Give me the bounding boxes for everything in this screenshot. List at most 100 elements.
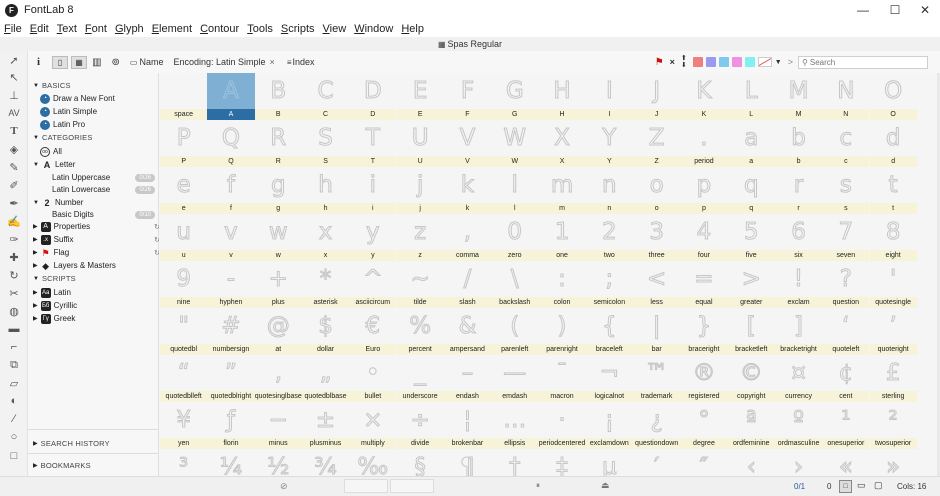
color-swatch[interactable] <box>744 57 755 67</box>
glyph-cell[interactable]: ¤ currency <box>774 355 823 402</box>
glyph-cell[interactable]: | bar <box>633 308 681 355</box>
zoom-tool-icon[interactable]: ◐ <box>7 394 21 408</box>
scripts-section[interactable]: ▼ SCRIPTS <box>33 272 164 285</box>
glyph-cell[interactable]: uu <box>160 214 208 261</box>
glyph-cell[interactable]: » <box>870 449 917 477</box>
ellipse-tool-icon[interactable]: ✑ <box>7 232 21 246</box>
sidebar-item-cyrillic[interactable]: ▶ Бб Cyrillic <box>33 299 164 312</box>
glyph-cell[interactable]: cc <box>822 120 870 167</box>
glyph-cell[interactable]: kk <box>443 167 492 214</box>
glyph-cell[interactable]: — emdash <box>491 355 539 402</box>
transform-tool-icon[interactable]: ▱ <box>7 376 21 390</box>
glyph-cell[interactable]: § <box>397 449 444 477</box>
glyph-cell[interactable]: ³ <box>160 449 207 477</box>
glyph-cell[interactable]: LL <box>727 73 775 120</box>
glyph-cell[interactable]: ¹ onesuperior <box>822 402 870 449</box>
color-swatch[interactable] <box>692 57 703 67</box>
chevron-down-icon[interactable]: ▼ <box>775 59 782 66</box>
select-tool-icon[interactable]: ↖ <box>7 70 21 84</box>
glyph-cell[interactable]: II <box>585 73 633 120</box>
glyph-cell[interactable]: rr <box>774 167 823 214</box>
glyph-cell[interactable]: ee <box>160 167 208 214</box>
glyph-cell[interactable]: ‘ quoteleft <box>822 308 870 355</box>
glyph-cell[interactable]: • bullet <box>349 355 397 402</box>
glyph-cell[interactable]: ¯ macron <box>538 355 586 402</box>
glyph-cell[interactable]: ii <box>349 167 397 214</box>
glyph-cell[interactable]: $ dollar <box>301 308 350 355</box>
glyph-cell[interactable]: vv <box>207 214 255 261</box>
glyph-cell[interactable]: ) parenright <box>538 308 586 355</box>
glyph-cell[interactable]: YY <box>585 120 633 167</box>
glyph-cell[interactable]: ƒ florin <box>207 402 255 449</box>
bookmarks-section[interactable]: ▶ BOOKMARKS <box>33 459 164 472</box>
menu-font[interactable]: Font <box>85 23 107 35</box>
glyph-cell[interactable]: † <box>491 449 538 477</box>
glyph-cell[interactable]: 6 six <box>774 214 823 261</box>
color-swatch[interactable] <box>718 57 729 67</box>
sidebar-item-latin-simple[interactable]: ◔ Latin Simple <box>40 105 171 118</box>
encoding-tab[interactable]: Encoding: Latin Simple <box>173 57 265 67</box>
minimize-button[interactable]: — <box>848 0 878 20</box>
glyph-cell[interactable]: CC <box>301 73 350 120</box>
cell-size-large-icon[interactable]: ▢ <box>874 480 883 491</box>
glyph-cell[interactable]: xx <box>301 214 350 261</box>
glyph-cell[interactable]: ª ordfeminine <box>727 402 775 449</box>
brush-tool-icon[interactable]: ✎ <box>7 160 21 174</box>
sidebar-item-latin[interactable]: ▶ Aa Latin <box>33 286 164 299</box>
glyph-cell[interactable]: ¾ <box>302 449 349 477</box>
glyph-cell[interactable]: OO <box>869 73 917 120</box>
glyph-cell[interactable]: – endash <box>443 355 492 402</box>
glyph-cell[interactable]: ¥ yen <box>160 402 208 449</box>
glyph-cell[interactable]: QQ <box>207 120 255 167</box>
glyph-cell[interactable]: « <box>822 449 869 477</box>
glyph-cell[interactable]: º ordmasculine <box>774 402 823 449</box>
components-tool-icon[interactable]: ⧉ <box>7 358 21 372</box>
glyph-cell[interactable]: } braceright <box>680 308 728 355</box>
glyph-cell[interactable]: SS <box>301 120 350 167</box>
glyph-cell[interactable]: ÷ divide <box>396 402 444 449</box>
glyph-cell[interactable]: aa <box>727 120 775 167</box>
glyph-cell[interactable]: nn <box>585 167 633 214</box>
glyph-cell[interactable]: UU <box>396 120 444 167</box>
glyph-cell[interactable]: „ quotedblbase <box>301 355 350 402</box>
flag-icon[interactable]: ⚑ <box>655 57 664 68</box>
glyph-cell[interactable]: − minus <box>254 402 302 449</box>
glyph-cell[interactable]: ‹ <box>728 449 775 477</box>
hook-tool-icon[interactable]: ⌐ <box>7 340 21 354</box>
glyph-cell[interactable]: ZZ <box>633 120 681 167</box>
search-history-section[interactable]: ▶ SEARCH HISTORY <box>33 437 164 450</box>
rotate-tool-icon[interactable]: ↻ <box>7 268 21 282</box>
index-mode-button[interactable]: Index <box>292 57 314 67</box>
menu-glyph[interactable]: Glyph <box>115 23 144 35</box>
sidebar-item-all[interactable]: oo All <box>40 145 171 158</box>
glyph-cell[interactable]: \ backslash <box>491 261 539 308</box>
glyph-cell[interactable]: 4 four <box>680 214 728 261</box>
glyph-cell[interactable]: WW <box>491 120 539 167</box>
rapid-tool-icon[interactable]: ✍ <box>7 214 21 228</box>
glyph-cell[interactable]: ; semicolon <box>585 261 633 308</box>
glyph-cell[interactable]: ″ <box>680 449 727 477</box>
glyph-cell[interactable]: tt <box>869 167 917 214</box>
glyph-cell[interactable]: € Euro <box>349 308 397 355</box>
glyph-cell[interactable]: NN <box>822 73 870 120</box>
glyph-cell[interactable]: 2 two <box>585 214 633 261</box>
sidebar-item-properties[interactable]: ▶ A Properties ↻ <box>33 220 164 233</box>
glyph-cell[interactable]: + plus <box>254 261 302 308</box>
glyph-cell[interactable]: ¼ <box>207 449 254 477</box>
glyph-cell[interactable]: & ampersand <box>443 308 492 355</box>
add-point-tool-icon[interactable]: ✚ <box>7 250 21 264</box>
menu-view[interactable]: View <box>323 23 347 35</box>
target-icon[interactable]: ⊚ <box>112 57 120 68</box>
metrics-tool-icon[interactable]: ⊥ <box>7 88 21 102</box>
glyph-cell[interactable]: yy <box>349 214 397 261</box>
glyph-cell[interactable]: [bracketleft <box>727 308 775 355</box>
glyph-cell[interactable]: ? question <box>822 261 870 308</box>
more-button[interactable]: > <box>788 57 793 67</box>
glyph-cell[interactable]: VV <box>443 120 492 167</box>
glyph-cell[interactable]: 7 seven <box>822 214 870 261</box>
menu-contour[interactable]: Contour <box>200 23 239 35</box>
sidebar-item-suffix[interactable]: ▶ .x Suffix ↻ <box>33 233 164 246</box>
glyph-cell[interactable]: ′ <box>633 449 680 477</box>
menu-text[interactable]: Text <box>57 23 77 35</box>
info-button[interactable]: i <box>37 56 40 68</box>
